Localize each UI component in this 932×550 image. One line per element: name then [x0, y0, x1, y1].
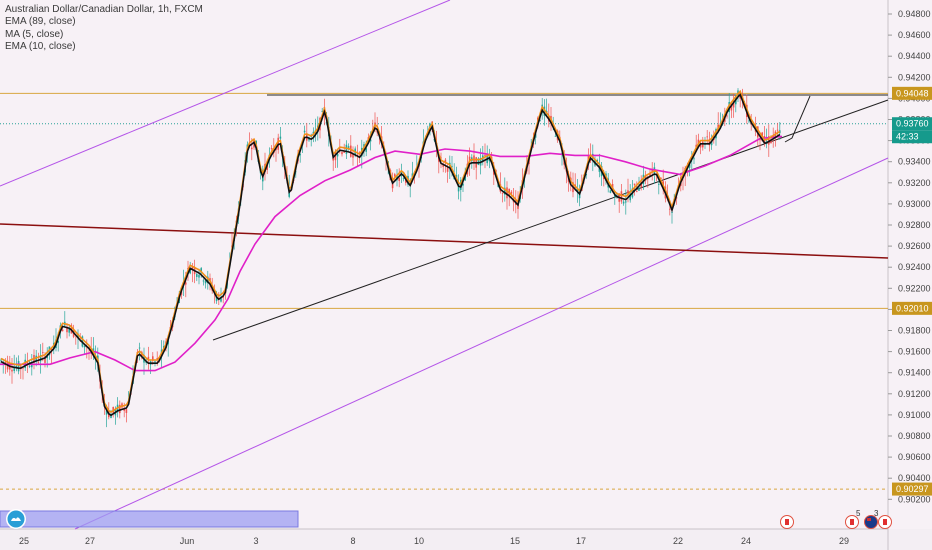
legend-ma5: MA (5, close): [5, 28, 64, 40]
price-tick-label: 0.93200: [898, 178, 931, 188]
candle-body: [303, 130, 306, 133]
price-tick-label: 0.91800: [898, 326, 931, 336]
candle-body: [251, 147, 253, 150]
candle-body: [345, 144, 348, 154]
event-count-label: 5: [856, 509, 861, 518]
candle-body: [636, 191, 638, 193]
chart-background: [0, 0, 932, 550]
date-range-highlight: [0, 510, 299, 528]
event-count-label: 3: [874, 509, 879, 518]
candle-body: [11, 369, 13, 372]
candle-body: [138, 347, 141, 349]
time-tick-label: 22: [673, 536, 683, 546]
time-tick-label: 27: [85, 536, 95, 546]
time-tick-label: 10: [414, 536, 424, 546]
time-tick-label: 24: [741, 536, 751, 546]
price-tick-label: 0.91000: [898, 410, 931, 420]
legend-ema10: EMA (10, close): [5, 40, 76, 52]
price-tick-label: 0.90400: [898, 473, 931, 483]
price-tick-label: 0.90200: [898, 494, 931, 504]
time-tick-label: 3: [253, 536, 258, 546]
candle-body: [609, 190, 612, 193]
candle-body: [776, 129, 779, 131]
candle-body: [446, 167, 449, 172]
candle-body: [633, 183, 636, 186]
candle-body: [622, 201, 625, 204]
candle-body: [61, 329, 64, 332]
candle-body: [270, 147, 273, 149]
candle-body: [620, 191, 623, 202]
candle-body: [42, 352, 44, 354]
candle-body: [501, 192, 504, 194]
time-tick-label: 25: [19, 536, 29, 546]
price-tick-label: 0.94600: [898, 30, 931, 40]
candle-body: [0, 359, 2, 361]
candle-body: [669, 208, 671, 210]
price-label-text: 0.93760: [896, 119, 929, 129]
price-label-text: 0.92010: [896, 303, 929, 313]
candle-body: [28, 365, 31, 367]
chart-legend: Australian Dollar/Canadian Dollar, 1h, F…: [5, 4, 203, 53]
price-tick-label: 0.92400: [898, 262, 931, 272]
candle-body: [279, 136, 282, 139]
candle-body: [154, 361, 156, 363]
candle-body: [706, 136, 708, 138]
price-tick-label: 0.92800: [898, 220, 931, 230]
candle-body: [341, 152, 343, 155]
time-tick-label: 17: [576, 536, 586, 546]
candle-body: [202, 280, 205, 282]
candle-body: [196, 274, 198, 277]
price-label-text: 0.90297: [896, 484, 929, 494]
price-tick-label: 0.92600: [898, 241, 931, 251]
price-tick-label: 0.94400: [898, 51, 931, 61]
candle-body: [350, 145, 352, 157]
candle-body: [398, 177, 400, 181]
time-tick-label: 29: [839, 536, 849, 546]
price-tick-label: 0.93400: [898, 157, 931, 167]
time-tick-label: 8: [350, 536, 355, 546]
chart-title: Australian Dollar/Canadian Dollar, 1h, F…: [5, 4, 203, 15]
price-tick-label: 0.91600: [898, 347, 931, 357]
price-tick-label: 0.91400: [898, 368, 931, 378]
candle-body: [554, 135, 557, 137]
candle-body: [17, 360, 20, 372]
candle-body: [658, 184, 660, 185]
price-tick-label: 0.90600: [898, 452, 931, 462]
price-chart[interactable]: 0.948000.946000.944000.942000.940000.938…: [0, 0, 932, 550]
canada-flag-event-icon[interactable]: [780, 515, 794, 529]
time-axis-background: [0, 529, 932, 550]
canada-flag-event-icon[interactable]: [878, 515, 892, 529]
candle-body: [693, 158, 695, 160]
candle-body: [125, 409, 128, 413]
candle-body: [625, 201, 627, 203]
price-tick-label: 0.93000: [898, 199, 931, 209]
candle-body: [506, 187, 508, 199]
legend-ema89: EMA (89, close): [5, 16, 76, 28]
time-tick-label: Jun: [180, 536, 195, 546]
logo-icon: [6, 509, 26, 529]
price-tick-label: 0.94200: [898, 72, 931, 82]
price-tick-label: 0.90800: [898, 431, 931, 441]
candle-body: [37, 362, 40, 363]
time-tick-label: 15: [510, 536, 520, 546]
price-tick-label: 0.91200: [898, 389, 931, 399]
price-tick-label: 0.94800: [898, 9, 931, 19]
price-label-text: 42:33: [896, 132, 919, 142]
price-label-text: 0.94048: [896, 88, 929, 98]
candle-body: [198, 275, 200, 278]
candle-body: [638, 188, 640, 191]
price-tick-label: 0.92200: [898, 283, 931, 293]
